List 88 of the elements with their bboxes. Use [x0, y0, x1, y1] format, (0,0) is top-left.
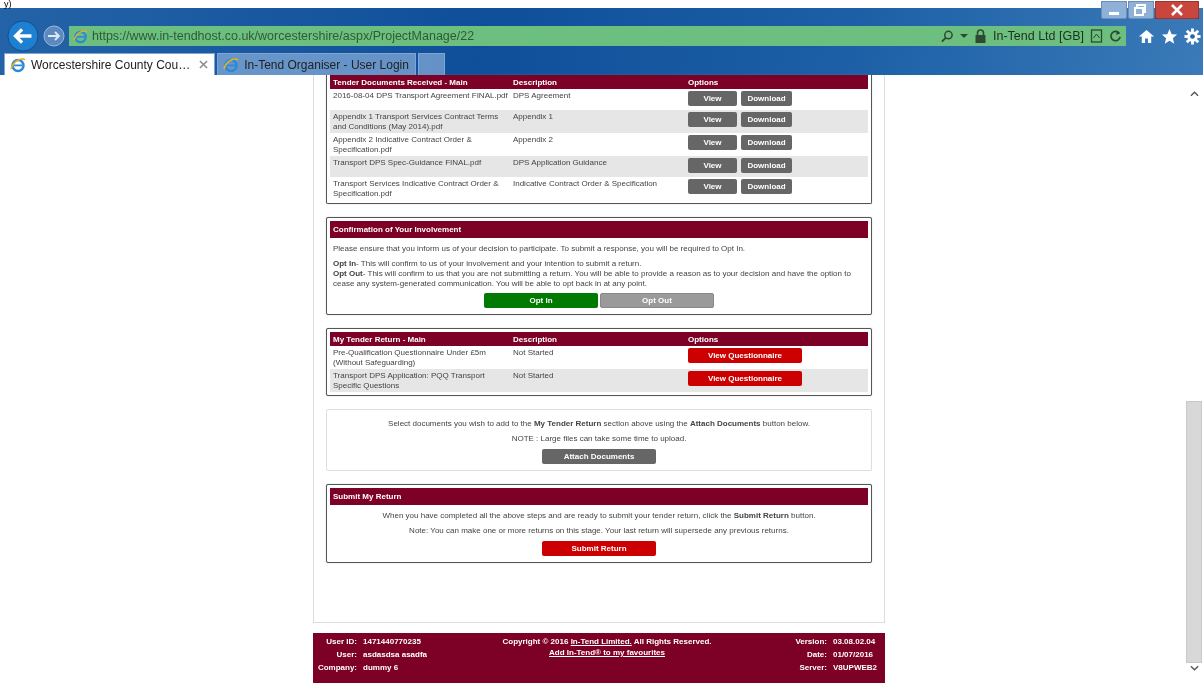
view-questionnaire-button[interactable]: View Questionnaire [688, 348, 802, 363]
tab-title[interactable]: Worcestershire County Cou… [31, 57, 191, 72]
browser-tab[interactable]: In-Tend Organiser - User Login [217, 53, 416, 75]
field-label: User: [335, 650, 357, 659]
browser-logo-icon [73, 28, 88, 44]
instruction-text: When you have completed all the above steps and are ready to submit your tender return, click the Submit Return button. [381, 511, 817, 521]
attach-documents-button[interactable]: Attach Documents [542, 449, 656, 464]
lock-icon [973, 29, 987, 43]
table-cell-text: Indicative Contract Order & Specification [513, 179, 659, 190]
table-cell-text: DPS Agreement [513, 91, 572, 102]
table-cell-text: Not Started [513, 371, 555, 382]
view-button[interactable]: View [688, 179, 737, 194]
table-cell-text: Appendix 2 Indicative Contract Order & Specification.pdf [333, 135, 473, 154]
submit-return-button[interactable]: Submit Return [542, 541, 656, 556]
field-value: 1471440770235 [363, 637, 421, 646]
forward-button[interactable] [43, 25, 65, 47]
field-value: 03.08.02.04 [833, 637, 876, 646]
column-header: Description [513, 77, 558, 87]
company-link[interactable]: In-Tend Limited. [570, 637, 632, 646]
table-cell-text: Pre-Qualification Questionnaire Under £5m (Without Safeguarding) [333, 348, 487, 367]
opt-in-button[interactable]: Opt In [484, 293, 598, 308]
note-text: Note: You can make one or more returns on this stage. Your last return will supersede any previous returns. [408, 526, 790, 536]
scroll-thumb[interactable] [1186, 401, 1202, 663]
view-button[interactable]: View [688, 158, 737, 173]
download-button[interactable]: Download [741, 135, 792, 150]
browser-logo-icon [223, 56, 240, 73]
field-label: Date: [805, 650, 827, 659]
view-questionnaire-button[interactable]: View Questionnaire [688, 371, 802, 386]
panel-title: Submit My Return [330, 488, 868, 505]
note-text: NOTE : Large files can take some time to upload. [510, 434, 688, 444]
caret-icon[interactable] [959, 33, 968, 39]
option-description: Opt In- This will confirm to us of your involvement and your intention to submit a return. [333, 259, 643, 269]
column-header: My Tender Return - Main [333, 334, 427, 344]
search-icon[interactable] [940, 29, 954, 43]
close-button[interactable] [1155, 1, 1199, 19]
download-button[interactable]: Download [741, 158, 792, 173]
table-cell-text: 2016-08-04 DPS Transport Agreement FINAL.pdf [333, 91, 509, 102]
intro-text: Please ensure that you inform us of your decision to participate. To submit a response, you will be required to Opt In. [333, 244, 747, 254]
column-header: Tender Documents Received - Main [333, 77, 469, 87]
home-icon[interactable] [1138, 27, 1155, 45]
address-bar[interactable]: https://www.in-tendhost.co.uk/worcestershire/aspx/ProjectManage/22 In-Tend Ltd [GB] [69, 26, 1126, 46]
scroll-down-icon[interactable] [1189, 665, 1199, 671]
view-button[interactable]: View [688, 135, 737, 150]
field-label: User ID: [325, 637, 357, 646]
field-label: Version: [794, 637, 827, 646]
settings-icon[interactable] [1184, 27, 1201, 45]
close-icon[interactable] [199, 60, 209, 69]
option-description: Opt Out- This will confirm to us that you are not submitting a return. You will be able to provide a reason as to your decision and have the option to cease any system-generated communication. You will be able to opt back in at any point. [333, 269, 852, 289]
browser-logo-icon [10, 56, 26, 73]
refresh-icon[interactable] [1109, 29, 1122, 43]
field-value: V8UPWEB2 [833, 663, 877, 672]
compatibility-icon[interactable] [1090, 29, 1103, 43]
table-cell-text: Appendix 1 [513, 112, 555, 123]
download-button[interactable]: Download [741, 112, 792, 127]
url-text[interactable]: https://www.in-tendhost.co.uk/worcestershire/aspx/ProjectManage/22 [92, 29, 475, 43]
field-label: Server: [798, 663, 827, 672]
view-button[interactable]: View [688, 112, 737, 127]
panel-title: Confirmation of Your Involvement [330, 221, 868, 238]
table-cell-text: Appendix 1 Transport Services Contract Terms and Conditions (May 2014).pdf [333, 112, 500, 131]
copyright-text: Copyright © 2016 In-Tend Limited. All Rights Reserved. [502, 637, 712, 646]
download-button[interactable]: Download [741, 179, 792, 194]
download-button[interactable]: Download [741, 91, 792, 106]
back-button[interactable] [7, 20, 39, 52]
column-header: Options [688, 77, 720, 87]
cut-text: y) [4, 0, 12, 8]
field-value: asdasdsa asadfa [363, 650, 428, 659]
field-value: dummy 6 [363, 663, 399, 672]
maximize-button[interactable] [1128, 1, 1154, 19]
table-cell-text: Transport DPS Spec-Guidance FINAL.pdf [333, 158, 483, 169]
table-cell-text: DPS Application Guidance [513, 158, 608, 169]
column-header: Options [688, 334, 720, 344]
new-tab-button[interactable] [417, 53, 445, 75]
table-cell-text: Transport Services Indicative Contract Order & Specification.pdf [333, 179, 500, 198]
table-cell-text: Appendix 2 [513, 135, 555, 146]
field-value: 01/07/2016 [833, 650, 874, 659]
browser-tab[interactable]: Worcestershire County Cou… [4, 53, 216, 75]
instruction-text: Select documents you wish to add to the My Tender Return section above using the Attach Documents button below. [387, 419, 811, 429]
column-header: Description [513, 334, 558, 344]
favourites-link[interactable]: Add In-Tend® to my favourites [549, 648, 665, 657]
star-icon[interactable] [1161, 27, 1178, 45]
site-identity[interactable]: In-Tend Ltd [GB] [992, 29, 1084, 43]
view-button[interactable]: View [688, 91, 737, 106]
table-cell-text: Not Started [513, 348, 555, 359]
minimize-button[interactable] [1101, 1, 1127, 19]
field-label: Company: [317, 663, 357, 672]
scroll-up-icon[interactable] [1189, 91, 1199, 97]
tab-title[interactable]: In-Tend Organiser - User Login [244, 57, 409, 72]
table-cell-text: Transport DPS Application: PQQ Transport Specific Questions [333, 371, 486, 390]
